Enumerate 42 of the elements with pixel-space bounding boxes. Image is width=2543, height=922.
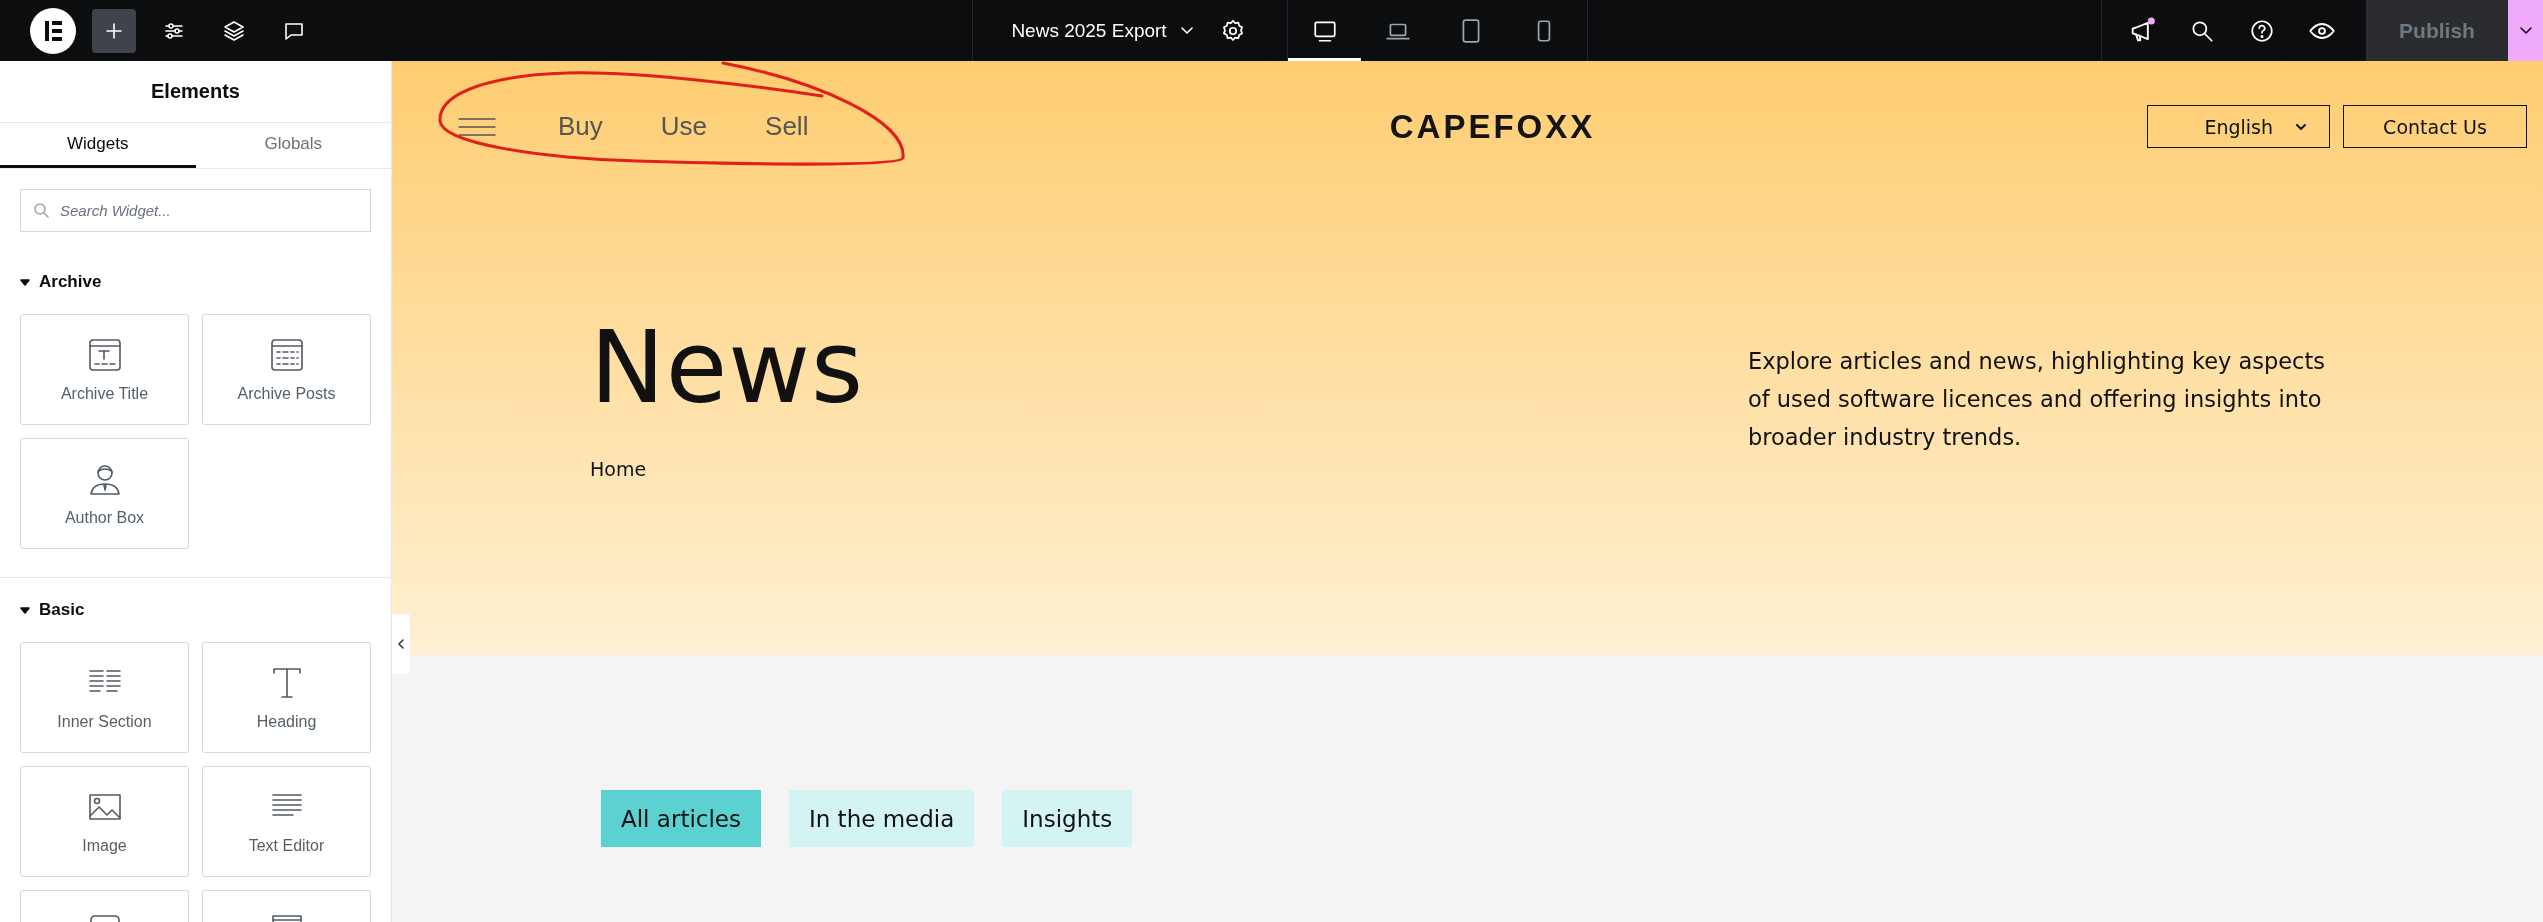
caret-down-icon — [20, 277, 30, 287]
page-heading: News — [590, 318, 865, 418]
site-logo[interactable]: CAPEFOXX — [1389, 107, 1596, 146]
widget-card[interactable] — [202, 890, 371, 922]
nav-link[interactable]: Sell — [765, 111, 809, 142]
breadcrumb-link[interactable]: Home — [590, 458, 647, 480]
search-icon — [33, 202, 49, 218]
widget-card[interactable]: Archive Posts — [202, 314, 371, 425]
widget-card[interactable]: Text Editor — [202, 766, 371, 877]
chevron-left-icon — [396, 638, 406, 650]
widget-card[interactable]: Archive Title — [20, 314, 189, 425]
contact-button[interactable]: Contact Us — [2343, 105, 2527, 148]
help-icon — [2249, 17, 2275, 44]
archive-posts-icon — [268, 336, 305, 373]
document-title-dropdown[interactable]: News 2025 Export — [1005, 8, 1199, 53]
filter-tab[interactable]: In the media — [788, 790, 975, 847]
layers-icon — [222, 18, 246, 43]
nav-link[interactable]: Use — [660, 111, 708, 142]
category-header[interactable]: Archive — [0, 270, 102, 294]
panel-tab[interactable]: Widgets — [0, 123, 196, 168]
chevron-down-icon — [1180, 27, 1193, 34]
caret-down-icon — [20, 605, 30, 615]
category-header[interactable]: Basic — [0, 598, 85, 622]
panel-tab[interactable]: Globals — [195, 123, 391, 168]
widget-card[interactable]: Inner Section — [20, 642, 189, 753]
language-select[interactable]: English — [2147, 105, 2330, 148]
menu-button[interactable] — [458, 115, 496, 138]
archive-title-icon — [86, 336, 123, 373]
intro-text: Explore articles and news, highlighting key aspects of used software licences and offering insights into broader industry trends. — [1748, 347, 2326, 452]
menu-icon — [458, 115, 496, 138]
filter-tab[interactable]: All articles — [601, 790, 761, 847]
collapse-panel-button[interactable] — [392, 614, 410, 674]
search-field[interactable]: Search Widget... — [20, 189, 371, 232]
panel-title: Elements — [0, 61, 391, 123]
widget-card[interactable]: Image — [20, 766, 189, 877]
filter-tab[interactable]: Insights — [1002, 790, 1133, 847]
widget-card[interactable]: Author Box — [20, 438, 189, 549]
app-logo-icon — [30, 7, 76, 54]
add-element-button[interactable] — [92, 8, 136, 53]
chevron-down-icon — [2519, 27, 2532, 34]
nav-link[interactable]: Buy — [558, 111, 603, 142]
widget-card[interactable]: Heading — [202, 642, 371, 753]
